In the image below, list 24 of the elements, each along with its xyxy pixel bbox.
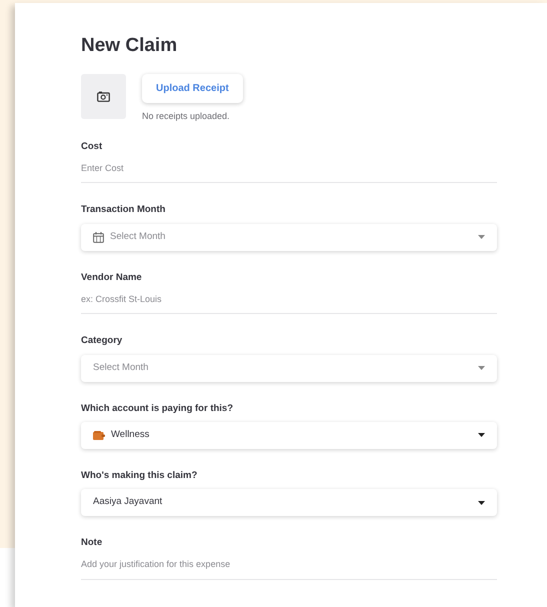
field-label: Transaction Month — [81, 203, 166, 218]
input-field[interactable]: ex: Crossfit St-Louis — [81, 284, 497, 314]
field-label: Which account is paying for this? — [81, 402, 234, 416]
field-label: Cost — [81, 140, 104, 154]
dropdown-field[interactable]: Select Month — [81, 224, 497, 250]
caret-icon — [478, 500, 485, 504]
wallet-icon — [93, 430, 105, 440]
dropdown-field[interactable]: Wellness — [81, 422, 497, 449]
calendar-icon — [93, 232, 104, 242]
camera-icon — [97, 91, 110, 102]
input-field[interactable]: Add your justification for this expense — [81, 550, 497, 580]
field-label: Who's making this claim? — [81, 468, 198, 483]
upload-receipt-button[interactable]: Upload Receipt — [142, 74, 243, 103]
field-label: Category — [81, 334, 124, 348]
dropdown-field[interactable]: Select Month — [81, 354, 497, 382]
field-label: Vendor Name — [81, 270, 143, 284]
caret-icon — [478, 235, 485, 239]
input-field[interactable]: Enter Cost — [81, 154, 497, 184]
receipt-status: No receipts uploaded. — [142, 110, 230, 123]
field-label: Note — [81, 536, 104, 550]
page-title: New Claim — [81, 34, 178, 58]
dropdown-field[interactable]: Aasiya Jayavant — [81, 489, 497, 516]
caret-icon — [478, 366, 485, 370]
caret-icon — [478, 433, 485, 438]
